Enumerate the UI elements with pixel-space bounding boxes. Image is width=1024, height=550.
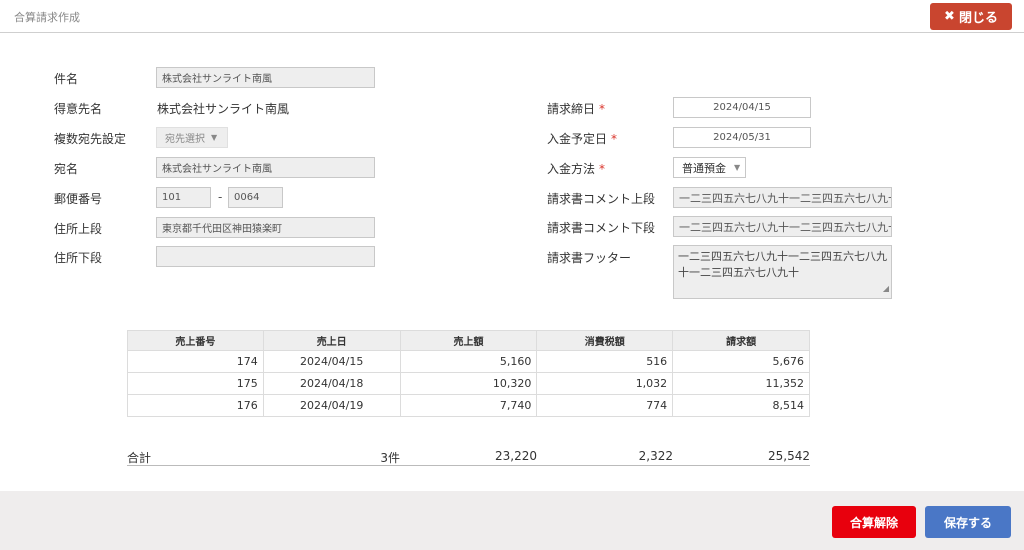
addressee-label: 宛名 — [54, 162, 79, 176]
payment-due-input[interactable]: 2024/05/31 — [673, 127, 811, 148]
totals-sales: 23,220 — [495, 449, 537, 463]
caret-down-icon: ▼ — [211, 133, 218, 142]
unmerge-button[interactable]: 合算解除 — [832, 506, 916, 538]
address-line1-input[interactable]: 東京都千代田区神田猿楽町 — [156, 217, 375, 238]
comment-bottom-input[interactable]: 一二三四五六七八九十一二三四五六七八九十 — [673, 216, 892, 237]
footer-text-line1: 一二三四五六七八九十一二三四五六七八九 — [678, 250, 887, 263]
footer-text-line2: 十一二三四五六七八九十 — [678, 266, 799, 279]
address-line1-label: 住所上段 — [54, 222, 103, 236]
required-mark: * — [599, 162, 606, 176]
table-cell: 516 — [536, 350, 674, 373]
table-cell: 7,740 — [399, 394, 538, 417]
comment-top-input[interactable]: 一二三四五六七八九十一二三四五六七八九十 — [673, 187, 892, 208]
table-cell: 2024/04/18 — [262, 372, 401, 395]
table-cell: 2024/04/15 — [262, 350, 401, 373]
comment-bottom-label: 請求書コメント下段 — [547, 221, 656, 235]
comment-top-label: 請求書コメント上段 — [547, 192, 656, 206]
destination-select-value: 宛先選択 — [165, 134, 205, 145]
table-row: 174 2024/04/15 5,160 516 5,676 — [127, 350, 810, 373]
addressee-input[interactable]: 株式会社サンライト南風 — [156, 157, 375, 178]
table-cell: 5,676 — [672, 350, 810, 373]
multi-destination-label: 複数宛先設定 — [54, 132, 127, 146]
table-row: 175 2024/04/18 10,320 1,032 11,352 — [127, 372, 810, 395]
payment-due-label: 入金予定日 * — [547, 130, 617, 147]
table-cell: 5,160 — [399, 350, 538, 373]
address-line2-input[interactable] — [156, 246, 375, 267]
close-button[interactable]: ✖ 閉じる — [930, 3, 1012, 30]
table-cell: 174 — [127, 350, 264, 373]
column-header: 売上額 — [399, 330, 538, 351]
totals-tax: 2,322 — [638, 449, 673, 463]
resize-handle-icon[interactable]: ◢ — [883, 281, 889, 297]
payment-due-label-text: 入金予定日 — [547, 132, 608, 146]
postal-code-label: 郵便番号 — [54, 192, 103, 206]
dialog-footer: 合算解除 保存する — [0, 491, 1024, 550]
table-cell: 176 — [127, 394, 264, 417]
payment-method-select[interactable]: 普通預金 ▼ — [673, 157, 746, 178]
dialog-header: 合算請求作成 ✖ 閉じる — [0, 0, 1024, 33]
payment-method-label-text: 入金方法 — [547, 162, 596, 176]
table-cell: 774 — [536, 394, 674, 417]
closing-date-input[interactable]: 2024/04/15 — [673, 97, 811, 118]
totals-label: 合計 — [127, 451, 152, 465]
save-button[interactable]: 保存する — [925, 506, 1011, 538]
table-cell: 11,352 — [672, 372, 810, 395]
subject-input[interactable]: 株式会社サンライト南風 — [156, 67, 375, 88]
required-mark: * — [611, 132, 618, 146]
subject-label: 件名 — [54, 72, 79, 86]
column-header: 請求額 — [672, 330, 810, 351]
table-cell: 2024/04/19 — [262, 394, 401, 417]
merged-invoice-dialog: 合算請求作成 ✖ 閉じる 件名 株式会社サンライト南風 得意先名 株式会社サンラ… — [0, 0, 1024, 550]
close-icon: ✖ — [944, 9, 955, 24]
table-row: 176 2024/04/19 7,740 774 8,514 — [127, 394, 810, 417]
postal-code-second-input[interactable]: 0064 — [228, 187, 283, 208]
table-cell: 10,320 — [399, 372, 538, 395]
address-line2-label: 住所下段 — [54, 251, 103, 265]
dialog-title: 合算請求作成 — [14, 11, 80, 24]
table-cell: 175 — [127, 372, 264, 395]
invoice-footer-label: 請求書フッター — [547, 251, 632, 265]
caret-down-icon: ▼ — [734, 163, 741, 172]
destination-select[interactable]: 宛先選択 ▼ — [156, 127, 228, 148]
payment-method-label: 入金方法 * — [547, 160, 605, 177]
closing-date-label: 請求締日 * — [547, 100, 605, 117]
customer-value: 株式会社サンライト南風 — [157, 102, 290, 116]
invoice-footer-textarea[interactable]: 一二三四五六七八九十一二三四五六七八九 十一二三四五六七八九十 ◢ — [673, 245, 892, 299]
customer-label: 得意先名 — [54, 102, 103, 116]
table-cell: 8,514 — [672, 394, 810, 417]
totals-count: 3件 — [380, 451, 400, 465]
closing-date-label-text: 請求締日 — [547, 102, 596, 116]
postal-code-first-input[interactable]: 101 — [156, 187, 211, 208]
totals-row: 合計 3件 23,220 2,322 25,542 — [127, 446, 810, 466]
close-button-label: 閉じる — [958, 11, 998, 26]
table-header-row: 売上番号 売上日 売上額 消費税額 請求額 — [127, 330, 810, 351]
payment-method-value: 普通預金 — [682, 161, 726, 175]
column-header: 売上番号 — [127, 330, 264, 351]
postal-separator: - — [218, 190, 223, 204]
totals-billing: 25,542 — [768, 449, 810, 463]
column-header: 消費税額 — [536, 330, 674, 351]
required-mark: * — [599, 102, 606, 116]
table-cell: 1,032 — [536, 372, 674, 395]
sales-table: 売上番号 売上日 売上額 消費税額 請求額 174 2024/04/15 5,1… — [127, 330, 810, 417]
column-header: 売上日 — [262, 330, 401, 351]
